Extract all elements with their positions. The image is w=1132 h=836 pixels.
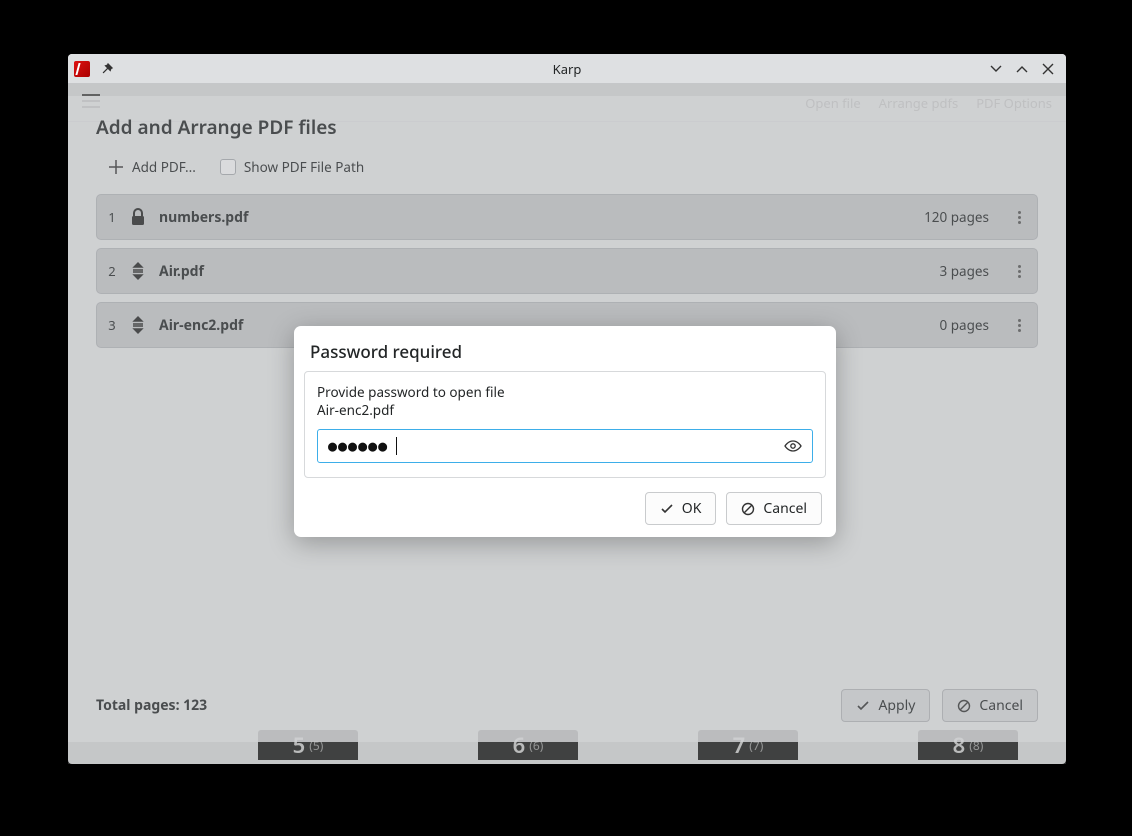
check-icon — [660, 502, 674, 516]
password-input[interactable]: ●●●●●● — [317, 429, 813, 463]
password-dialog-body: Provide password to open file Air-enc2.p… — [304, 371, 826, 478]
password-value: ●●●●●● — [328, 437, 388, 455]
password-dialog-title: Password required — [304, 340, 826, 371]
text-cursor — [396, 437, 397, 455]
password-dialog: Password required Provide password to op… — [294, 326, 836, 537]
ok-button[interactable]: OK — [645, 492, 717, 525]
close-button[interactable] — [1040, 61, 1056, 77]
window-title: Karp — [68, 60, 1066, 78]
app-icon — [74, 61, 90, 77]
pin-icon[interactable] — [100, 62, 114, 76]
reveal-password-icon[interactable] — [784, 439, 802, 453]
password-prompt: Provide password to open file Air-enc2.p… — [317, 384, 813, 419]
cancel-icon — [741, 502, 755, 516]
cancel-button[interactable]: Cancel — [726, 492, 822, 525]
minimize-button[interactable] — [988, 61, 1004, 77]
maximize-button[interactable] — [1014, 61, 1030, 77]
titlebar: Karp — [68, 54, 1066, 84]
